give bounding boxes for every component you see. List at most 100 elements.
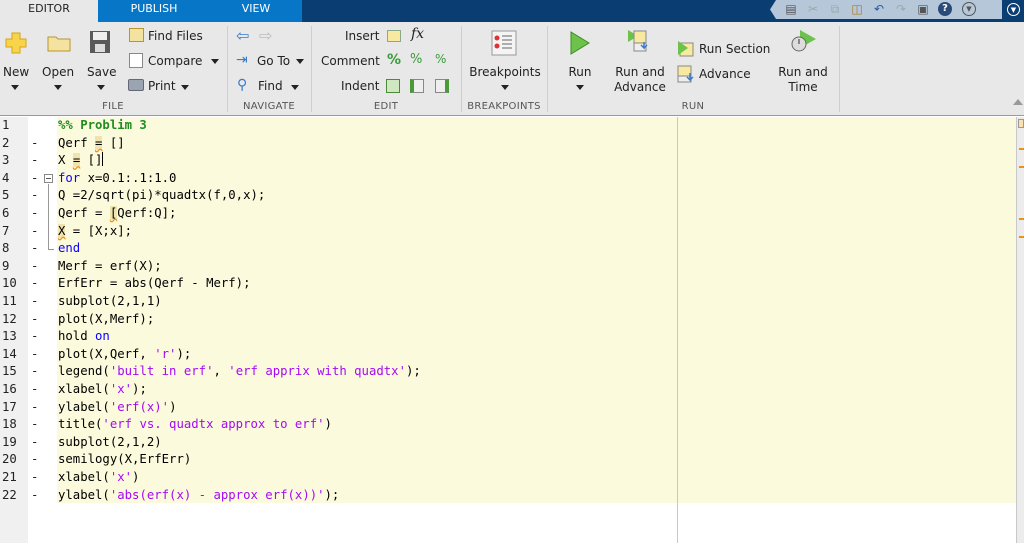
breakpoint-marker[interactable]: - [31,240,38,258]
code-text[interactable]: ErfErr = abs(Qerf - Merf); [58,275,251,293]
go-to-dropdown-caret[interactable] [296,59,304,64]
code-line[interactable]: 20- semilogy(X,ErfErr) [0,451,1016,469]
code-line[interactable]: 11- subplot(2,1,1) [0,293,1016,311]
decrease-indent-icon[interactable] [435,79,449,93]
code-line[interactable]: 5 - Q =2/sqrt(pi)*quadtx(f,0,x); [0,187,1016,205]
code-line[interactable]: 2 - Qerf = [] [0,135,1016,153]
code-line[interactable]: 4 - for x=0.1:.1:1.0 [0,170,1016,188]
code-line[interactable]: 12- plot(X,Merf); [0,311,1016,329]
help-icon[interactable]: ? [938,2,952,16]
find-button[interactable]: Find [258,79,283,93]
code-text[interactable]: legend('built in erf', 'erf apprix with … [58,363,421,381]
code-line[interactable]: 10- ErfErr = abs(Qerf - Merf); [0,275,1016,293]
save-dropdown-caret[interactable] [97,85,105,90]
run-and-time-button[interactable]: Run and Time [773,65,833,95]
insert-section-icon[interactable] [387,30,401,42]
breakpoint-marker[interactable]: - [31,487,38,505]
print-button[interactable]: Print [148,79,176,93]
insert-function-fx-icon[interactable]: fx [411,26,424,42]
code-line[interactable]: 1 %% Problim 3 [0,117,1016,135]
breakpoint-marker[interactable]: - [31,152,38,170]
wrap-comments-icon[interactable]: % [435,52,446,66]
code-line[interactable]: 8 - end [0,240,1016,258]
code-text[interactable]: Qerf = [Qerf:Q]; [58,205,176,223]
code-text[interactable]: subplot(2,1,1) [58,293,162,311]
indent-button[interactable]: Indent [341,79,379,93]
code-line[interactable]: 18- title('erf vs. quadtx approx to erf') [0,416,1016,434]
breakpoint-marker[interactable]: - [31,258,38,276]
breakpoint-marker[interactable]: - [31,275,38,293]
code-line[interactable]: 7 - X = [X;x]; [0,223,1016,241]
breakpoint-marker[interactable]: - [31,346,38,364]
tab-publish[interactable]: PUBLISH [98,0,210,22]
code-text[interactable]: xlabel('x') [58,469,139,487]
warning-marker[interactable] [1019,236,1024,238]
tab-editor[interactable]: EDITOR [0,0,98,22]
comment-icon[interactable]: % [387,52,401,68]
go-to-button[interactable]: Go To [257,54,290,68]
uncomment-icon[interactable]: % [410,52,422,67]
breakpoint-marker[interactable]: - [31,416,38,434]
code-text[interactable]: Q =2/sqrt(pi)*quadtx(f,0,x); [58,187,265,205]
run-button[interactable]: Run [560,65,600,80]
code-line[interactable]: 21- xlabel('x') [0,469,1016,487]
warning-marker[interactable] [1019,166,1024,168]
code-text[interactable]: subplot(2,1,2) [58,434,162,452]
warning-marker[interactable] [1019,148,1024,150]
code-text[interactable]: Qerf = [] [58,135,125,153]
code-text[interactable]: for x=0.1:.1:1.0 [58,170,176,188]
breakpoint-marker[interactable]: - [31,469,38,487]
code-analyzer-status-indicator[interactable] [1018,119,1024,128]
comment-button[interactable]: Comment [321,54,380,68]
open-button[interactable]: Open [42,65,74,79]
code-line[interactable]: 3 - X = [] [0,152,1016,170]
breakpoint-marker[interactable]: - [31,328,38,346]
code-text[interactable]: hold on [58,328,110,346]
new-dropdown-caret[interactable] [11,85,19,90]
code-line[interactable]: 22- ylabel('abs(erf(x) - approx erf(x))')… [0,487,1016,505]
tab-view[interactable]: VIEW [210,0,302,22]
customize-icon[interactable]: ▼ [962,2,976,16]
code-line[interactable]: 15- legend('built in erf', 'erf apprix wi… [0,363,1016,381]
redo-icon[interactable]: ↷ [894,2,908,16]
forward-arrow-icon[interactable]: ⇨ [259,26,272,45]
increase-indent-icon[interactable] [410,79,424,93]
code-line[interactable]: 9 - Merf = erf(X); [0,258,1016,276]
code-text[interactable]: ylabel('erf(x)') [58,399,176,417]
switch-windows-icon[interactable]: ▣ [916,2,930,16]
code-text[interactable]: plot(X,Qerf, 'r'); [58,346,191,364]
breakpoint-marker[interactable]: - [31,363,38,381]
code-text[interactable]: xlabel('x'); [58,381,147,399]
code-text[interactable]: plot(X,Merf); [58,311,154,329]
breakpoint-marker[interactable]: - [31,434,38,452]
run-dropdown-caret[interactable] [576,85,584,90]
breakpoint-marker[interactable]: - [31,381,38,399]
save-button[interactable]: Save [87,65,116,79]
paste-icon[interactable]: ◫ [850,2,864,16]
code-line[interactable]: 17- ylabel('erf(x)') [0,399,1016,417]
code-line[interactable]: 14- plot(X,Qerf, 'r'); [0,346,1016,364]
breakpoint-marker[interactable]: - [31,205,38,223]
code-line[interactable]: 19- subplot(2,1,2) [0,434,1016,452]
new-button[interactable]: New [3,65,29,79]
breakpoint-marker[interactable]: - [31,170,38,188]
breakpoint-marker[interactable]: - [31,187,38,205]
vertical-scrollbar[interactable] [1016,117,1024,543]
back-arrow-icon[interactable]: ⇦ [236,26,249,45]
cut-icon[interactable]: ✂ [806,2,820,16]
save-icon[interactable]: ▤ [784,2,798,16]
code-text[interactable]: semilogy(X,ErfErr) [58,451,191,469]
breakpoint-marker[interactable]: - [31,293,38,311]
minimize-toolstrip-icon[interactable]: ▼ [1007,3,1020,16]
warning-marker[interactable] [1019,218,1024,220]
code-line[interactable]: 16- xlabel('x'); [0,381,1016,399]
collapse-ribbon-icon[interactable] [1013,99,1023,105]
code-text[interactable]: %% Problim 3 [58,117,147,135]
code-line[interactable]: 6 - Qerf = [Qerf:Q]; [0,205,1016,223]
breakpoints-dropdown-caret[interactable] [501,85,509,90]
code-text[interactable]: title('erf vs. quadtx approx to erf') [58,416,332,434]
breakpoint-marker[interactable]: - [31,311,38,329]
code-text[interactable]: ylabel('abs(erf(x) - approx erf(x))'); [58,487,339,505]
code-text[interactable]: end [58,240,80,258]
smart-indent-icon[interactable] [386,79,400,93]
